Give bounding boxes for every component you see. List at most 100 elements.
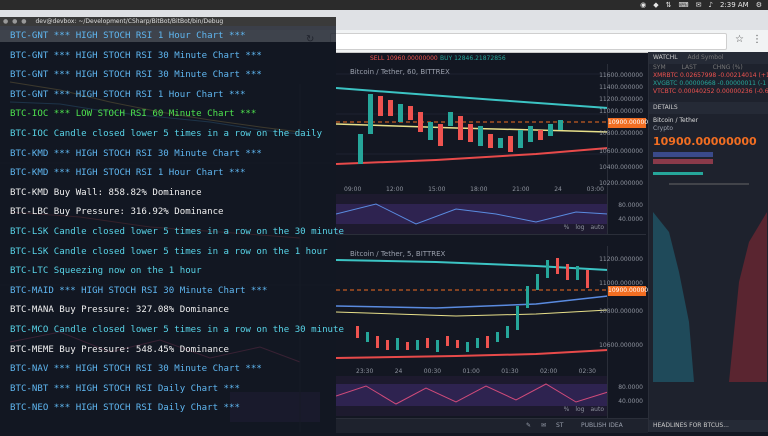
x-tick: 21:00	[512, 186, 530, 193]
discord-icon[interactable]: ◆	[653, 1, 658, 9]
chart-bottom-scale-buttons: % log auto	[564, 406, 604, 413]
chart-top-scale-buttons: % log auto	[564, 224, 604, 231]
col-change: CHNG (%)	[712, 64, 743, 71]
x-tick: 24	[394, 368, 403, 375]
pencil-icon[interactable]: ✎	[526, 422, 531, 429]
price-tag: 10900.00000000	[608, 286, 660, 296]
chart-top[interactable]: Bitcoin / Tether, 60, BITTREX 11600.0000…	[336, 64, 660, 235]
url-field[interactable]	[330, 33, 727, 50]
y-tick: 80.0000	[618, 202, 643, 209]
x-tick: 02:30	[578, 368, 596, 375]
y-tick: 10800.000000	[599, 308, 643, 315]
terminal-line: BTC-IOC Candle closed lower 5 times in a…	[10, 128, 323, 139]
publish-idea-button[interactable]: PUBLISH IDEA	[581, 422, 623, 429]
star-icon[interactable]: ☆	[735, 34, 747, 46]
chart-bottom-y-axis: 11200.000000 11000.000000 10800.000000 1…	[599, 246, 646, 418]
x-tick: 00:30	[423, 368, 442, 375]
terminal-line: BTC-NBT *** HIGH STOCH RSI Daily Chart *…	[10, 383, 240, 394]
clock[interactable]: 2:39 AM	[720, 1, 749, 9]
log-button[interactable]: log	[575, 406, 584, 413]
x-tick: 23:30	[356, 368, 374, 375]
wifi-icon[interactable]: ◉	[640, 1, 646, 9]
auto-button[interactable]: auto	[590, 406, 604, 413]
percent-button[interactable]: %	[564, 224, 570, 231]
watchlist-row[interactable]: XVGBTC 0.00000668 -0.00000011 (-1	[649, 80, 768, 88]
sell-label: SELL	[370, 55, 385, 62]
y-tick: 10600.000000	[599, 342, 643, 349]
y-tick: 11400.000000	[599, 84, 643, 91]
chart-bottom-title: Bitcoin / Tether, 5, BITTREX	[350, 250, 446, 258]
watchlist-columns: SYM LAST CHNG (%)	[649, 64, 768, 72]
y-tick: 10200.000000	[599, 180, 643, 187]
volume-icon[interactable]: ♪	[708, 1, 712, 9]
terminal-line: BTC-NAV *** HIGH STOCH RSI 30 Minute Cha…	[10, 364, 262, 375]
sell-button[interactable]: SELL 10960.00000000	[370, 55, 438, 64]
terminal-title-bar: ● ● ● dev@devbox: ~/Development/CSharp/B…	[0, 17, 336, 26]
buy-value: 12846.21872856	[454, 55, 506, 62]
terminal-line: BTC-KMD Buy Wall: 858.82% Dominance	[10, 187, 202, 198]
y-tick: 40.0000	[618, 398, 643, 405]
terminal-line: BTC-MEME Buy Pressure: 548.45% Dominance	[10, 344, 229, 355]
terminal-line: BTC-GNT *** HIGH STOCH RSI 1 Hour Chart …	[10, 31, 246, 41]
y-tick: 11000.000000	[599, 108, 643, 115]
percent-button[interactable]: %	[564, 406, 570, 413]
y-tick: 80.0000	[618, 384, 643, 391]
chart-top-title: Bitcoin / Tether, 60, BITTREX	[350, 68, 450, 76]
last-price: 10900.00000000	[653, 135, 757, 148]
settings-icon[interactable]: ⚙	[756, 1, 762, 9]
x-tick: 09:00	[344, 186, 362, 193]
buy-label: BUY	[440, 55, 453, 62]
x-tick: 01:00	[462, 368, 480, 375]
terminal-line: BTC-GNT *** HIGH STOCH RSI 1 Hour Chart …	[10, 89, 246, 100]
watchlist-row[interactable]: VTCBTC 0.00040252 0.00000236 (-0.6	[649, 88, 768, 96]
chat-icon[interactable]: ✉	[541, 422, 546, 429]
y-tick: 11200.000000	[599, 96, 643, 103]
y-tick: 11600.000000	[599, 72, 643, 79]
auto-button[interactable]: auto	[590, 224, 604, 231]
chart-top-x-axis: 09:00 12:00 15:00 18:00 21:00 24 03:00	[344, 186, 604, 193]
x-tick: 15:00	[428, 186, 446, 193]
symbol-name: Bitcoin / Tether	[653, 117, 699, 124]
col-last: LAST	[681, 64, 697, 71]
chart-top-y-axis: 11600.000000 11400.000000 11200.000000 1…	[599, 64, 646, 234]
sell-value: 10960.00000000	[386, 55, 438, 62]
log-button[interactable]: log	[575, 224, 584, 231]
terminal-line: BTC-MCO Candle closed lower 5 times in a…	[10, 324, 344, 335]
terminal-line: BTC-GNT *** HIGH STOCH RSI 30 Minute Cha…	[10, 50, 262, 61]
network-icon[interactable]: ⇅	[666, 1, 672, 9]
watchlist-header: WATCHL Add Symbol	[649, 52, 768, 64]
symbol-type: Crypto	[653, 125, 674, 132]
terminal-title: dev@devbox: ~/Development/CSharp/BitBot/…	[35, 18, 224, 25]
chart-bottom[interactable]: Bitcoin / Tether, 5, BITTREX 11200.00000…	[336, 246, 660, 419]
chart-bottom-graphic	[336, 258, 609, 416]
add-symbol-input[interactable]: Add Symbol	[688, 54, 724, 61]
headlines-header[interactable]: HEADLINES FOR BTCUS...	[649, 420, 768, 432]
terminal-line: BTC-LSK Candle closed lower 5 times in a…	[10, 226, 344, 237]
terminal-line: BTC-LBC Buy Pressure: 316.92% Dominance	[10, 207, 224, 218]
mail-icon[interactable]: ✉	[696, 1, 702, 9]
right-panel: WATCHL Add Symbol SYM LAST CHNG (%) XMRB…	[648, 52, 768, 432]
details-header[interactable]: DETAILS	[649, 102, 768, 114]
menu-icon[interactable]: ⋮	[752, 34, 764, 46]
y-tick: 40.0000	[618, 216, 643, 223]
depth-chart	[653, 152, 767, 382]
watchlist-label[interactable]: WATCHL	[653, 54, 678, 61]
terminal-line: BTC-IOC *** LOW STOCH RSI 60 Minute Char…	[10, 109, 257, 120]
terminal-line: BTC-LSK Candle closed lower 5 times in a…	[10, 246, 328, 257]
chart-bottom-x-axis: 23:30 24 00:30 01:00 01:30 02:00 02:30	[356, 368, 596, 375]
terminal-line: BTC-MAID *** HIGH STOCH RSI 30 Minute Ch…	[10, 285, 268, 296]
terminal-line: BTC-LTC Squeezing now on the 1 hour	[10, 266, 202, 277]
window-controls[interactable]: ● ● ●	[3, 17, 28, 26]
candles-bottom	[356, 258, 589, 352]
y-tick: 10600.000000	[599, 148, 643, 155]
system-top-bar: ◉ ◆ ⇅ ⌨ ✉ ♪ 2:39 AM ⚙	[0, 0, 768, 10]
terminal-window[interactable]: ● ● ● dev@devbox: ~/Development/CSharp/B…	[0, 17, 344, 432]
terminal-line: BTC-MANA Buy Pressure: 327.08% Dominance	[10, 305, 229, 316]
terminal-line: BTC-KMD *** HIGH STOCH RSI 1 Hour Chart …	[10, 168, 246, 179]
x-tick: 12:00	[386, 186, 404, 193]
stream-icon[interactable]: ST	[556, 422, 563, 429]
keyboard-icon[interactable]: ⌨	[678, 1, 688, 9]
x-tick: 24	[554, 186, 562, 193]
buy-button[interactable]: BUY 12846.21872856	[440, 55, 540, 64]
watchlist-row[interactable]: XMRBTC 0.02657998 -0.00214014 (+1	[649, 72, 768, 80]
